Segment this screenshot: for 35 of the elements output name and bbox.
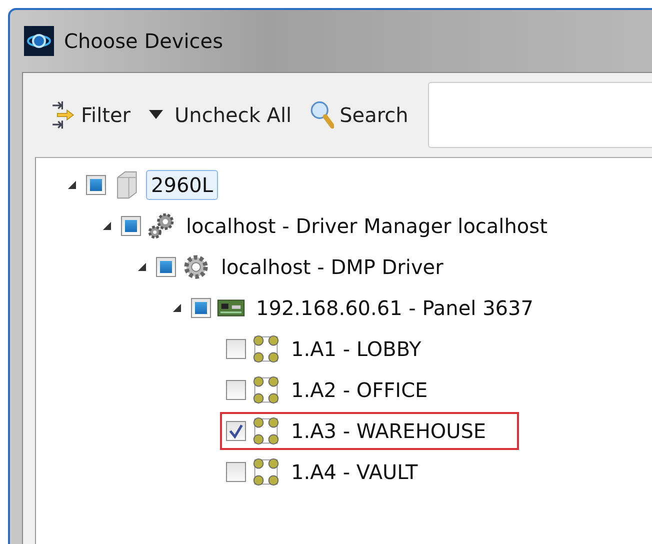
checkbox[interactable]: [86, 174, 106, 194]
uncheck-all-button[interactable]: Uncheck All: [142, 99, 298, 131]
window-title: Choose Devices: [64, 29, 224, 53]
expanded-arrow-icon[interactable]: [172, 303, 180, 312]
tree-item[interactable]: 1.A4 - VAULT: [286, 456, 423, 486]
tree-item[interactable]: localhost - DMP Driver: [216, 252, 448, 282]
zone-icon: [252, 456, 280, 486]
checkbox[interactable]: [226, 338, 246, 358]
filter-icon: [51, 99, 75, 131]
tree-item[interactable]: localhost - Driver Manager localhost: [181, 210, 552, 240]
zone-icon: [252, 416, 280, 446]
zone-icon: [252, 374, 280, 404]
checkbox[interactable]: [121, 216, 141, 236]
expanded-arrow-icon[interactable]: [102, 221, 110, 230]
filter-button[interactable]: Filter: [45, 95, 137, 135]
caret-icon: [148, 110, 163, 120]
checkbox[interactable]: [226, 462, 246, 482]
zone-icon: [252, 334, 280, 364]
checkbox[interactable]: [226, 420, 246, 440]
expanded-arrow-icon[interactable]: [136, 262, 146, 271]
checkbox[interactable]: [226, 380, 246, 400]
tree-item[interactable]: 1.A1 - LOBBY: [286, 334, 426, 364]
checkbox[interactable]: [191, 298, 211, 318]
tree-item[interactable]: 1.A3 - WAREHOUSE: [286, 416, 492, 446]
tree-item[interactable]: 1.A2 - OFFICE: [286, 374, 433, 404]
search-button[interactable]: Search: [304, 95, 414, 135]
circuit-board-icon: [217, 296, 245, 318]
search-icon: [310, 99, 334, 131]
expanded-arrow-icon[interactable]: [66, 180, 76, 189]
tree-item[interactable]: 2960L: [146, 170, 218, 200]
tree-item[interactable]: 192.168.60.61 - Panel 3637: [251, 292, 538, 322]
search-field[interactable]: [428, 82, 652, 148]
gears-icon: [147, 210, 175, 240]
checkbox[interactable]: [156, 256, 176, 276]
app-logo-icon: [24, 26, 54, 56]
